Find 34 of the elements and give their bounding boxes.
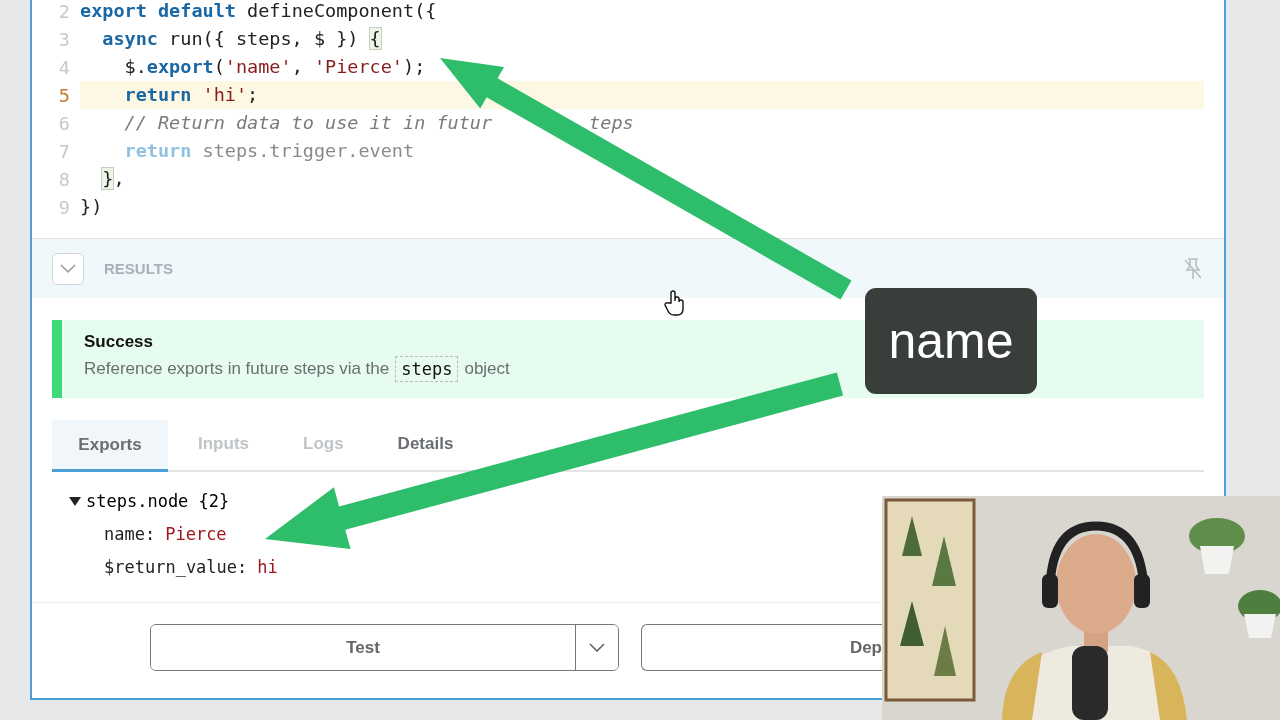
line-number: 6 [57,112,71,134]
tab[interactable]: Details [397,433,454,457]
line-number: 7 [57,140,71,162]
success-text: Reference exports in future steps via the [84,359,390,379]
export-key: $return_value: [104,556,248,577]
results-title: RESULTS [104,260,173,277]
export-key: name: [104,523,156,544]
deploy-button[interactable]: Dep [641,624,882,671]
code-line: }, [101,167,126,191]
line-number: 5 [57,84,71,106]
line-number: 3 [57,28,71,50]
success-text: object [464,359,510,379]
expand-caret-icon[interactable] [68,494,82,507]
code-snippet: steps [395,356,459,382]
chevron-down-icon [589,642,605,653]
dropdown-button[interactable] [575,625,618,670]
hand-cursor-icon [664,290,686,316]
code-line: // Return data to use it in futur teps [123,111,635,135]
line-number: 4 [57,56,71,78]
code-line: return steps.trigger.event [123,139,416,163]
callout-label: name [865,288,1037,394]
line-number: 9 [57,196,71,218]
code-line: export default defineComponent({ [80,0,438,23]
tab[interactable]: Exports [52,420,168,472]
line-number: 8 [57,168,71,190]
code-line: $.export('name', 'Pierce'); [123,55,427,79]
success-title: Success [84,332,153,352]
export-value: hi [257,556,278,577]
code-line: }) [80,195,104,219]
export-value: Pierce [165,523,227,544]
code-line: async run({ steps, $ }) { [101,27,382,51]
tree-node-label: steps.node {2} [86,490,230,511]
line-number: 2 [57,0,71,22]
chevron-down-icon [60,263,76,274]
